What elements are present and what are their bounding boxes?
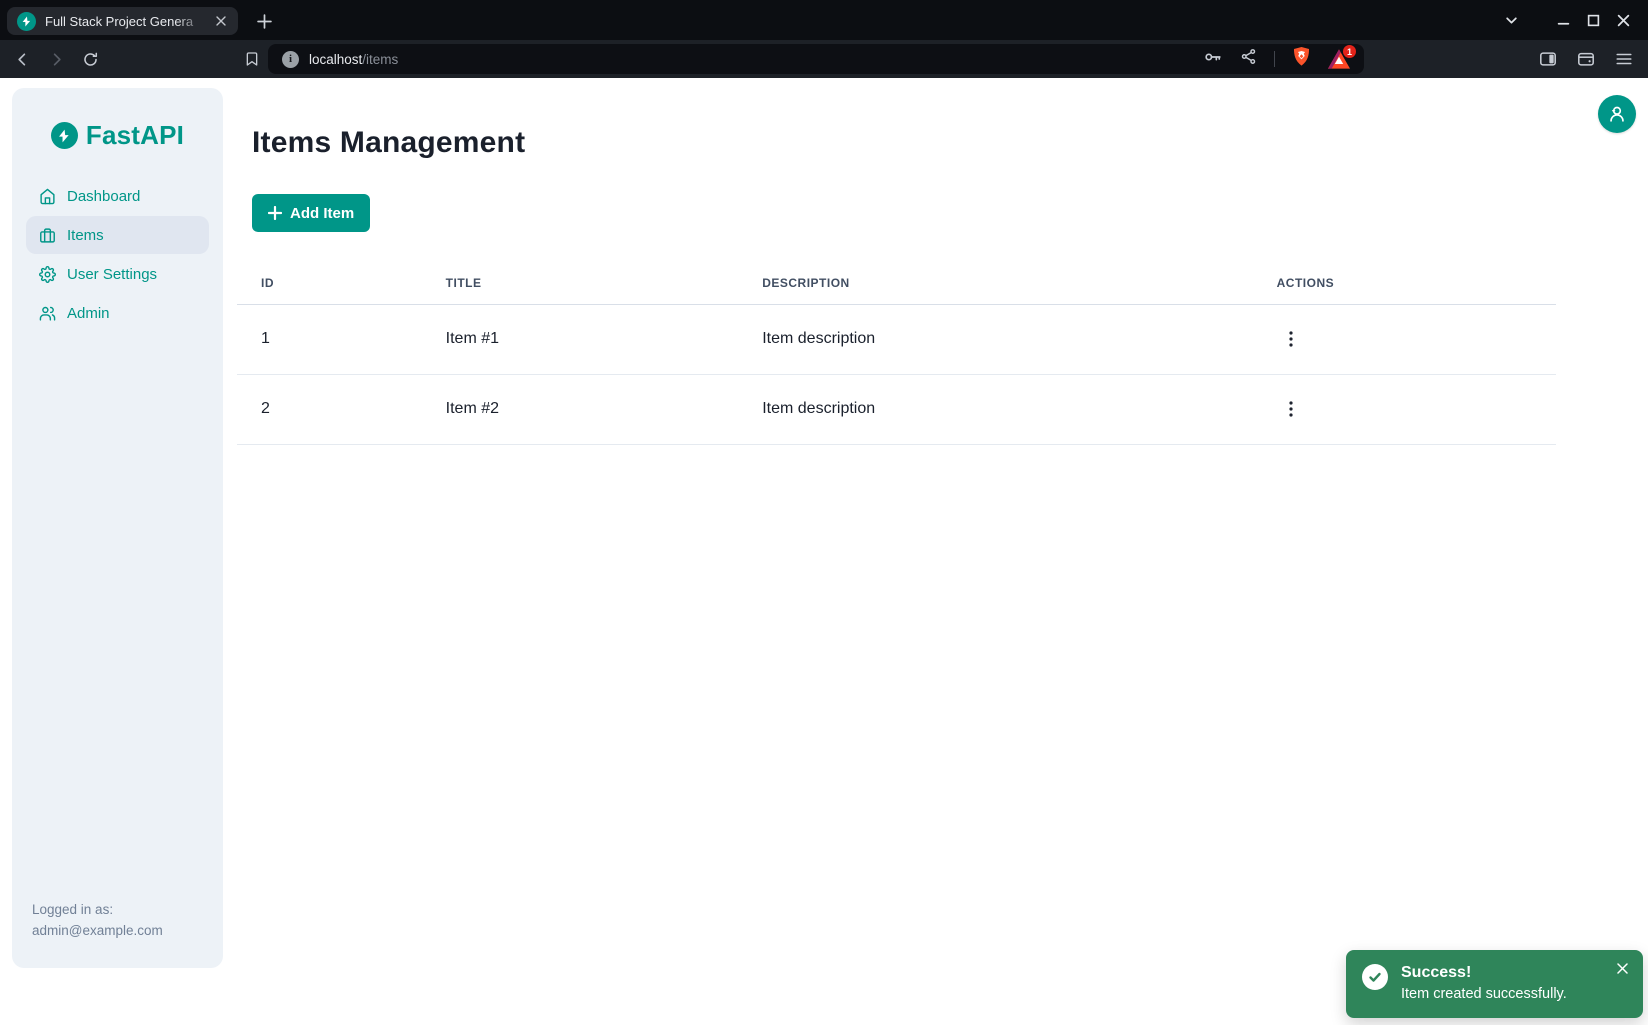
table-row: 2 Item #2 Item description [237, 374, 1556, 444]
column-header-actions: ACTIONS [1253, 262, 1556, 304]
sidebar-nav: Dashboard Items User Settings Admin [12, 177, 223, 332]
logged-in-footer: Logged in as: admin@example.com [12, 900, 223, 968]
url-host: localhost [309, 52, 362, 67]
refresh-button[interactable] [76, 45, 104, 73]
toolbar-separator [1274, 51, 1275, 67]
users-icon [39, 305, 56, 322]
url-path: /items [362, 52, 398, 67]
rewards-badge: 1 [1343, 45, 1356, 58]
sidebar-item-label: Items [67, 227, 104, 244]
cell-id: 2 [237, 374, 422, 444]
column-header-title: TITLE [422, 262, 739, 304]
tab-bar: Full Stack Project Genera [0, 0, 1648, 40]
add-item-label: Add Item [290, 205, 354, 222]
url-text[interactable]: localhost/items [309, 52, 1203, 67]
logo-text: FastAPI [86, 120, 184, 151]
cell-title: Item #1 [422, 304, 739, 374]
url-bar-actions: 1 [1203, 46, 1350, 72]
table-header-row: ID TITLE DESCRIPTION ACTIONS [237, 262, 1556, 304]
share-icon[interactable] [1240, 48, 1257, 70]
sidebar-item-label: Admin [67, 305, 110, 322]
logged-in-email: admin@example.com [32, 921, 203, 942]
sidebar-panel-icon[interactable] [1534, 45, 1562, 73]
toast-close-button[interactable] [1613, 959, 1631, 977]
tab-search-chevron-icon[interactable] [1496, 5, 1526, 35]
sidebar-item-label: User Settings [67, 266, 157, 283]
wallet-icon[interactable] [1572, 45, 1600, 73]
toast-message: Item created successfully. [1401, 984, 1567, 1005]
cell-actions [1253, 374, 1556, 444]
cell-id: 1 [237, 304, 422, 374]
success-toast: Success! Item created successfully. [1346, 950, 1643, 1018]
column-header-description: DESCRIPTION [738, 262, 1252, 304]
window-controls [1496, 0, 1638, 40]
briefcase-icon [39, 227, 56, 244]
browser-window: Full Stack Project Genera [0, 0, 1648, 1025]
forward-button[interactable] [42, 45, 70, 73]
lightning-bolt-icon [51, 122, 78, 149]
back-button[interactable] [8, 45, 36, 73]
maximize-button[interactable] [1578, 5, 1608, 35]
sidebar: FastAPI Dashboard Items User Settings [12, 88, 223, 968]
cell-description: Item description [738, 374, 1252, 444]
fastapi-favicon-icon [17, 12, 36, 31]
toast-title: Success! [1401, 961, 1567, 984]
main-content: Items Management Add Item ID TITLE DESCR… [237, 78, 1556, 445]
sidebar-item-label: Dashboard [67, 188, 140, 205]
table-row: 1 Item #1 Item description [237, 304, 1556, 374]
page-title: Items Management [252, 126, 1556, 160]
items-table: ID TITLE DESCRIPTION ACTIONS 1 Item #1 I… [237, 262, 1556, 445]
brave-rewards-icon[interactable]: 1 [1328, 49, 1350, 69]
row-actions-button[interactable] [1277, 325, 1305, 353]
url-bar[interactable]: i localhost/items 1 [268, 44, 1364, 74]
browser-tab[interactable]: Full Stack Project Genera [7, 7, 238, 35]
add-item-button[interactable]: Add Item [252, 194, 370, 232]
toast-body: Success! Item created successfully. [1401, 961, 1567, 1018]
cell-description: Item description [738, 304, 1252, 374]
sidebar-item-user-settings[interactable]: User Settings [26, 255, 209, 293]
toolbar-right-actions [1534, 40, 1638, 78]
sidebar-item-items[interactable]: Items [26, 216, 209, 254]
check-icon [1362, 964, 1388, 990]
new-tab-button[interactable] [252, 9, 276, 33]
user-icon [1606, 103, 1628, 125]
site-info-icon[interactable]: i [282, 51, 299, 68]
user-avatar-button[interactable] [1598, 95, 1636, 133]
page-content: FastAPI Dashboard Items User Settings [0, 78, 1648, 1025]
cell-actions [1253, 304, 1556, 374]
key-icon[interactable] [1203, 47, 1223, 72]
row-actions-button[interactable] [1277, 395, 1305, 423]
sidebar-item-admin[interactable]: Admin [26, 294, 209, 332]
home-icon [39, 188, 56, 205]
logged-in-label: Logged in as: [32, 900, 203, 921]
menu-icon[interactable] [1610, 45, 1638, 73]
close-window-button[interactable] [1608, 5, 1638, 35]
kebab-icon [1289, 331, 1293, 347]
fastapi-logo: FastAPI [12, 120, 223, 151]
tab-close-icon[interactable] [212, 12, 230, 30]
browser-toolbar: i localhost/items 1 [0, 40, 1648, 78]
bookmark-icon[interactable] [238, 45, 266, 73]
cell-title: Item #2 [422, 374, 739, 444]
plus-icon [268, 206, 282, 220]
tab-title: Full Stack Project Genera [45, 14, 212, 29]
column-header-id: ID [237, 262, 422, 304]
minimize-button[interactable] [1548, 5, 1578, 35]
gear-icon [39, 266, 56, 283]
brave-shield-icon[interactable] [1292, 46, 1311, 72]
sidebar-item-dashboard[interactable]: Dashboard [26, 177, 209, 215]
close-icon [1617, 963, 1628, 974]
kebab-icon [1289, 401, 1293, 417]
